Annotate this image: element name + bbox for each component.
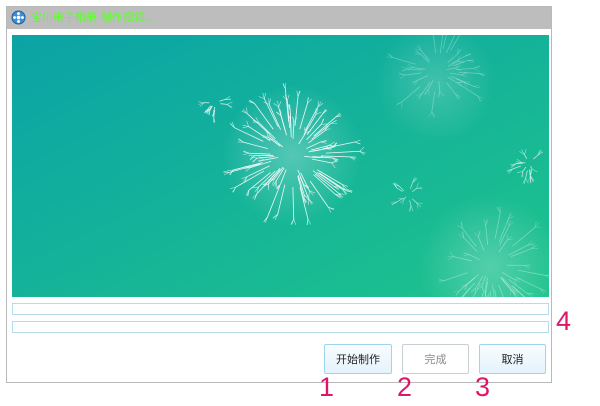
video-preview <box>12 35 549 297</box>
annotation-2: 2 <box>397 372 413 402</box>
window-title: 宝川电子相册 制作视频... <box>31 11 155 24</box>
progress-bar-2 <box>12 321 549 333</box>
video-export-dialog: 宝川电子相册 制作视频... 开始制作 完成 取消 <box>6 6 552 383</box>
annotation-3: 3 <box>475 372 491 402</box>
start-button[interactable]: 开始制作 <box>324 344 392 374</box>
annotation-1: 1 <box>319 372 335 402</box>
film-reel-icon <box>11 10 26 25</box>
title-bar[interactable]: 宝川电子相册 制作视频... <box>7 7 551 29</box>
annotation-4: 4 <box>556 306 572 336</box>
progress-bar-1 <box>12 303 549 315</box>
done-button[interactable]: 完成 <box>402 344 469 374</box>
cancel-button[interactable]: 取消 <box>479 344 546 374</box>
